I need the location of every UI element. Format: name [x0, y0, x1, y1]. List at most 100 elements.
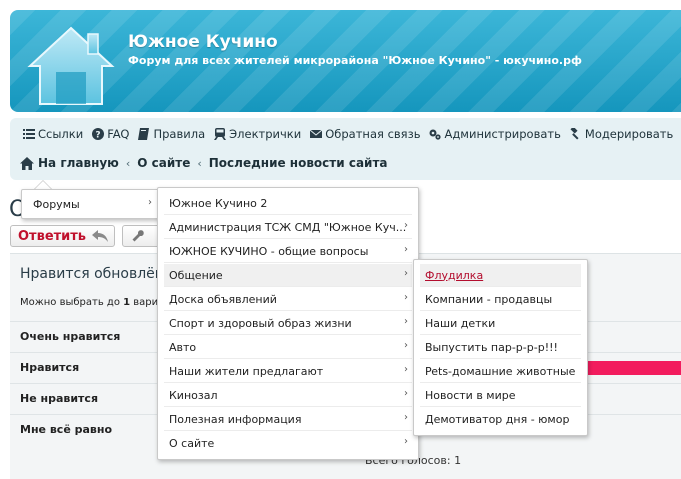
gears-icon	[428, 128, 441, 141]
menu-item-about-site[interactable]: О сайте ›	[164, 432, 412, 455]
menu-item-obshchenie[interactable]: Общение ›	[164, 264, 412, 287]
breadcrumb-separator-icon: ‹	[197, 156, 202, 170]
tools-button[interactable]	[122, 225, 162, 247]
menu-level-2: Южное Кучино 2 Администрация ТСЖ СМД "Юж…	[157, 187, 419, 460]
train-icon	[213, 128, 226, 141]
menu-item-auto[interactable]: Авто ›	[164, 336, 412, 359]
chevron-right-icon: ›	[404, 436, 408, 447]
book-icon	[137, 128, 150, 141]
svg-text:?: ?	[95, 131, 100, 141]
chevron-right-icon: ›	[148, 197, 152, 208]
menu-item-label: Pets-домашние животные	[425, 364, 576, 378]
wrench-icon	[132, 230, 144, 242]
site-subtitle: Форум для всех жителей микрорайона "Южно…	[128, 54, 582, 67]
list-icon	[22, 128, 35, 141]
link-links[interactable]: Ссылки	[22, 127, 83, 141]
poll-title: Нравится обновлён	[20, 266, 164, 282]
link-faq-label: FAQ	[107, 127, 130, 141]
chevron-right-icon: ›	[404, 340, 408, 351]
menu-item-label: Наши детки	[425, 316, 496, 330]
chevron-right-icon: ›	[404, 268, 408, 279]
house-logo-icon[interactable]	[26, 22, 116, 108]
chevron-right-icon: ›	[404, 388, 408, 399]
poll-hint: Можно выбрать до 1 вари	[20, 297, 158, 308]
menu-item-board[interactable]: Доска объявлений ›	[164, 288, 412, 311]
link-admin[interactable]: Администрировать	[428, 127, 561, 141]
site-header: Южное Кучино Форум для всех жителей микр…	[10, 10, 681, 112]
menu-item-label: О сайте	[169, 437, 215, 450]
menu-item-cinema[interactable]: Кинозал ›	[164, 384, 412, 407]
reply-arrow-icon	[92, 230, 109, 242]
gavel-icon	[569, 128, 582, 141]
link-moderate[interactable]: Модерировать	[569, 127, 673, 141]
menu-item-world-news[interactable]: Новости в мире	[420, 384, 581, 407]
poll-option-label: Мне всё равно	[20, 423, 113, 436]
menu-item-residents-offer[interactable]: Наши жители предлагают ›	[164, 360, 412, 383]
poll-option-label: Не нравится	[20, 392, 99, 405]
menu-level-1: Форумы ›	[21, 189, 163, 219]
reply-label: Ответить	[18, 228, 87, 244]
menu-item-sport[interactable]: Спорт и здоровый образ жизни ›	[164, 312, 412, 335]
menu-item-label: Наши жители предлагают	[169, 364, 324, 378]
envelope-icon	[309, 128, 322, 141]
menu-item-kids[interactable]: Наши детки	[420, 312, 581, 335]
menu-item-label: Общение	[169, 268, 223, 282]
link-trains[interactable]: Электрички	[213, 127, 301, 141]
reply-button[interactable]: Ответить	[10, 225, 115, 247]
menu-item-label: ЮЖНОЕ КУЧИНО - общие вопросы	[169, 244, 369, 258]
question-circle-icon: ?	[91, 128, 104, 141]
menu-item-useful-info[interactable]: Полезная информация ›	[164, 408, 412, 431]
link-rules-label: Правила	[153, 127, 206, 141]
menu-item-label: Новости в мире	[425, 388, 516, 402]
navbar: Ссылки ? FAQ Правила Электрички Обратная…	[10, 118, 681, 180]
menu-item-fludilka[interactable]: Флудилка	[420, 264, 581, 287]
menu-item-label: Демотиватор дня - юмор	[425, 413, 570, 426]
menu-item-label: Форумы	[33, 198, 80, 211]
menu-item-label: Администрация ТСЖ СМД "Южное Куч...	[169, 220, 407, 234]
menu-item-label: Спорт и здоровый образ жизни	[169, 316, 352, 330]
link-feedback[interactable]: Обратная связь	[309, 127, 420, 141]
link-links-label: Ссылки	[38, 127, 84, 141]
menu-item-label: Южное Кучино 2	[169, 196, 268, 210]
breadcrumb-separator-icon: ‹	[125, 156, 131, 170]
menu-item-label: Полезная информация	[169, 412, 302, 426]
menu-item-forums[interactable]: Форумы ›	[28, 193, 156, 216]
link-trains-label: Электрички	[229, 127, 302, 141]
menu-item-label: Компании - продавцы	[425, 292, 553, 306]
chevron-right-icon: ›	[404, 292, 408, 303]
menu-item-let-off-steam[interactable]: Выпустить пар-р-р-р!!!	[420, 336, 581, 359]
menu-item-kuchino2[interactable]: Южное Кучино 2	[164, 192, 412, 215]
chevron-right-icon: ›	[404, 316, 408, 327]
menu-item-label: Авто	[169, 340, 197, 354]
poll-option-label: Нравится	[20, 361, 80, 374]
menu-level-3: Флудилка Компании - продавцы Наши детки …	[413, 259, 588, 436]
breadcrumb-home[interactable]: На главную	[38, 156, 119, 170]
chevron-right-icon: ›	[404, 364, 408, 375]
menu-item-pets[interactable]: Pets-домашние животные	[420, 360, 581, 383]
quick-links: Ссылки ? FAQ Правила Электрички Обратная…	[22, 126, 681, 142]
menu-item-label: Кинозал	[169, 388, 218, 402]
poll-option-label: Очень нравится	[20, 330, 121, 343]
menu-item-companies[interactable]: Компании - продавцы	[420, 288, 581, 311]
home-icon	[20, 156, 34, 170]
chevron-right-icon: ›	[404, 412, 408, 423]
breadcrumb-about[interactable]: О сайте	[137, 156, 190, 170]
poll-hint-prefix: Можно выбрать до	[20, 297, 124, 308]
link-faq[interactable]: ? FAQ	[91, 127, 129, 141]
poll-result-bar	[587, 361, 681, 375]
link-moderate-label: Модерировать	[584, 127, 674, 141]
chevron-right-icon: ›	[404, 220, 408, 231]
link-rules[interactable]: Правила	[137, 127, 205, 141]
poll-hint-suffix: вари	[130, 297, 159, 308]
breadcrumb: На главную ‹ О сайте ‹ Последние новости…	[20, 156, 388, 170]
menu-item-label: Выпустить пар-р-р-р!!!	[425, 340, 558, 354]
breadcrumb-news[interactable]: Последние новости сайта	[209, 156, 388, 170]
menu-item-tszh[interactable]: Администрация ТСЖ СМД "Южное Куч... ›	[164, 216, 412, 239]
chevron-right-icon: ›	[404, 244, 408, 255]
site-title[interactable]: Южное Кучино	[128, 32, 278, 52]
menu-item-label: Флудилка	[425, 268, 484, 282]
link-admin-label: Администрировать	[444, 127, 561, 141]
link-feedback-label: Обратная связь	[325, 127, 421, 141]
menu-item-demotivator[interactable]: Демотиватор дня - юмор	[420, 408, 581, 431]
menu-item-general[interactable]: ЮЖНОЕ КУЧИНО - общие вопросы ›	[164, 240, 412, 263]
